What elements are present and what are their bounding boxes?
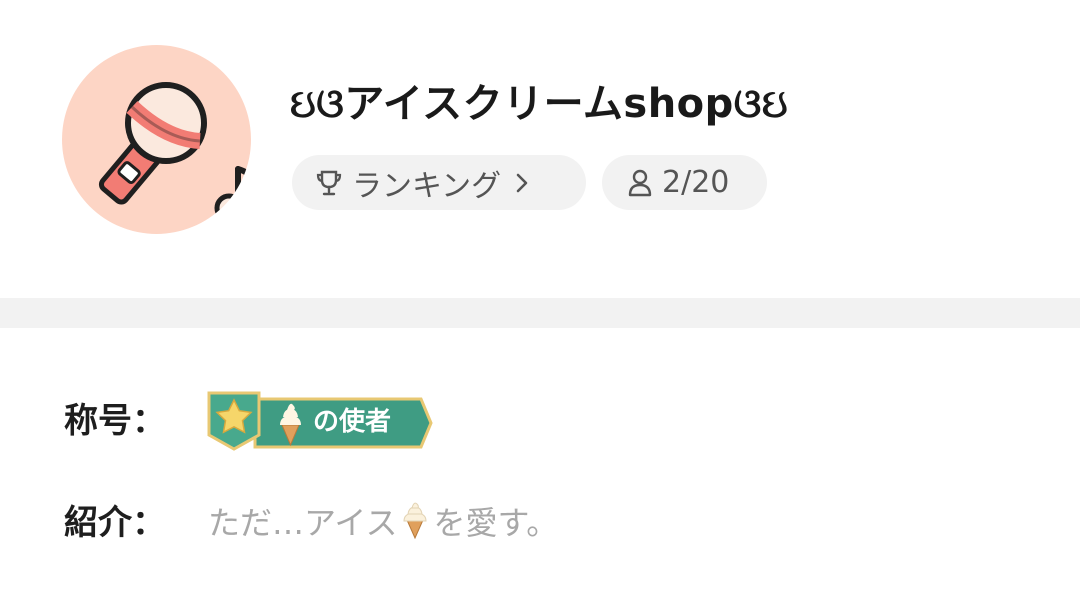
person-icon <box>628 169 652 196</box>
intro-text-before: ただ…アイス <box>208 504 398 542</box>
section-divider <box>0 298 1080 328</box>
title-label: 称号： <box>64 401 166 441</box>
karaoke-microphone-icon <box>98 82 251 223</box>
badge-text: の使者 <box>313 407 392 437</box>
soft-serve-icon <box>403 502 427 540</box>
intro-text: ただ…アイス を愛す。 <box>208 500 558 546</box>
ranking-label: ランキング <box>352 168 502 204</box>
title-badge[interactable]: の使者 <box>207 391 435 453</box>
intro-text-after: を愛す。 <box>433 504 559 542</box>
room-title: ઇଓアイスクリームshopଓઇ <box>290 81 789 127</box>
intro-label: 紹介： <box>64 503 166 543</box>
room-avatar[interactable] <box>62 45 251 234</box>
ranking-button[interactable]: ランキング <box>292 155 586 210</box>
chevron-right-icon <box>516 173 528 192</box>
trophy-icon <box>316 170 342 195</box>
room-header: ઇଓアイスクリームshopଓઇ ランキング 2/20 <box>0 0 1080 298</box>
member-count-button[interactable]: 2/20 <box>602 155 767 210</box>
member-count: 2/20 <box>662 165 730 200</box>
